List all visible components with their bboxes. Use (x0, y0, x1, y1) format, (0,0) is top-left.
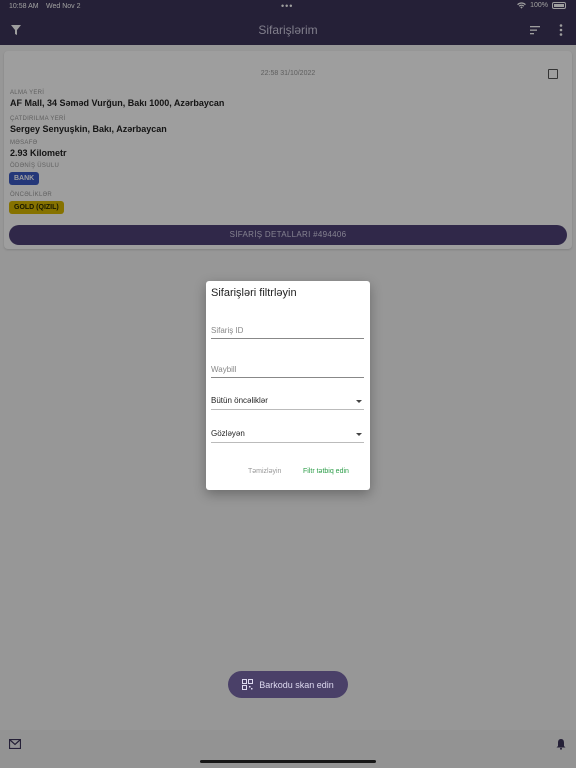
waybill-field[interactable] (211, 359, 364, 378)
dropdown-caret-icon (356, 400, 362, 403)
dialog-title: Sifarişləri filtrləyin (211, 287, 297, 299)
order-id-input[interactable] (211, 324, 364, 337)
scan-barcode-label: Barkodu skan edin (259, 679, 334, 690)
apply-filter-button[interactable]: Filtr tətbiq edin (303, 468, 349, 475)
qr-code-icon (242, 679, 254, 690)
status-select[interactable]: Gözləyən (211, 429, 364, 443)
priority-select-value: Bütün öncəliklər (211, 396, 268, 405)
dropdown-caret-icon (356, 433, 362, 436)
scan-barcode-button[interactable]: Barkodu skan edin (228, 671, 348, 698)
filter-dialog: Sifarişləri filtrləyin Bütün öncəliklər … (206, 281, 370, 490)
clear-button[interactable]: Təmizləyin (248, 468, 281, 475)
status-select-value: Gözləyən (211, 429, 245, 438)
priority-select[interactable]: Bütün öncəliklər (211, 396, 364, 410)
waybill-input[interactable] (211, 363, 364, 376)
order-id-field[interactable] (211, 320, 364, 339)
